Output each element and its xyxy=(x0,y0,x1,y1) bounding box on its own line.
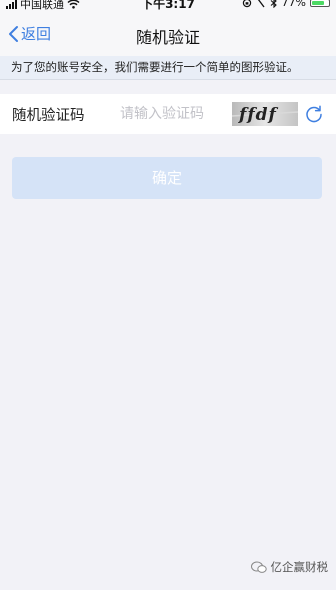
battery-percent: 77% xyxy=(281,0,306,9)
captcha-row: 随机验证码 ffdf xyxy=(0,94,336,134)
watermark: 亿企赢财税 xyxy=(250,559,329,575)
orientation-lock-icon xyxy=(242,0,251,7)
captcha-image-text: ffdf xyxy=(238,105,279,125)
refresh-icon[interactable] xyxy=(304,104,324,124)
watermark-text: 亿企赢财税 xyxy=(270,560,329,574)
nav-bar: 返回 随机验证 xyxy=(0,12,336,56)
battery-icon xyxy=(310,0,330,7)
alarm-icon xyxy=(257,0,265,7)
captcha-image[interactable]: ffdf xyxy=(232,102,298,126)
captcha-label: 随机验证码 xyxy=(12,108,85,124)
status-bar: 中国联通 下午3:17 77% xyxy=(0,0,336,12)
captcha-input[interactable] xyxy=(120,103,220,125)
bluetooth-icon xyxy=(270,0,277,8)
wechat-icon xyxy=(250,561,267,573)
status-bar-right: 77% xyxy=(242,0,330,9)
confirm-button[interactable]: 确定 xyxy=(12,157,322,199)
security-notice: 为了您的账号安全，我们需要进行一个简单的图形验证。 xyxy=(0,56,336,80)
page-title: 随机验证 xyxy=(135,28,200,47)
